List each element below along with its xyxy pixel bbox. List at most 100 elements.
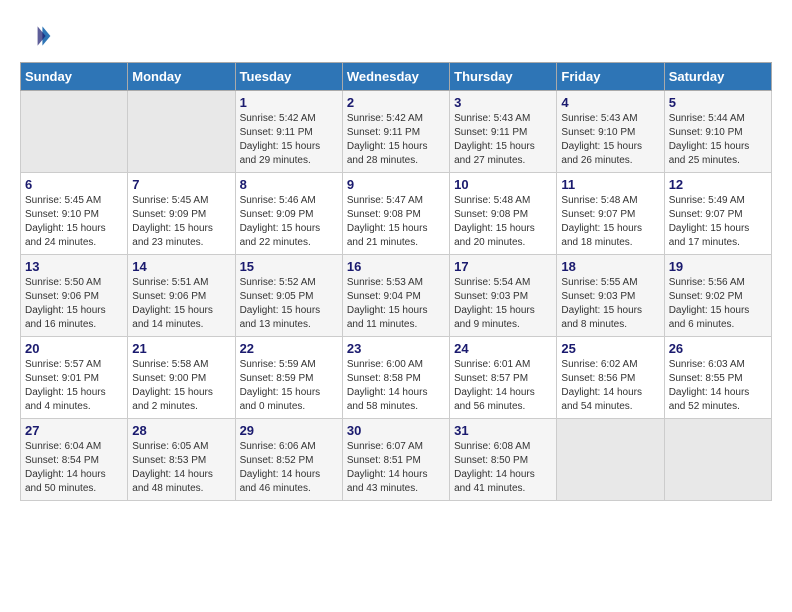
weekday-header-tuesday: Tuesday (235, 63, 342, 91)
weekday-header-thursday: Thursday (450, 63, 557, 91)
logo (20, 20, 56, 52)
day-number: 5 (669, 95, 767, 110)
day-number: 9 (347, 177, 445, 192)
day-number: 23 (347, 341, 445, 356)
weekday-header-wednesday: Wednesday (342, 63, 449, 91)
day-info: Sunrise: 6:01 AMSunset: 8:57 PMDaylight:… (454, 358, 552, 414)
day-number: 13 (25, 259, 123, 274)
calendar-cell: 27 Sunrise: 6:04 AMSunset: 8:54 PMDaylig… (21, 419, 128, 501)
day-info: Sunrise: 5:46 AMSunset: 9:09 PMDaylight:… (240, 194, 338, 250)
weekday-header-sunday: Sunday (21, 63, 128, 91)
day-info: Sunrise: 5:51 AMSunset: 9:06 PMDaylight:… (132, 276, 230, 332)
day-info: Sunrise: 5:52 AMSunset: 9:05 PMDaylight:… (240, 276, 338, 332)
day-info: Sunrise: 5:43 AMSunset: 9:10 PMDaylight:… (561, 112, 659, 168)
day-number: 29 (240, 423, 338, 438)
weekday-header-friday: Friday (557, 63, 664, 91)
day-number: 3 (454, 95, 552, 110)
day-number: 15 (240, 259, 338, 274)
calendar-cell: 8 Sunrise: 5:46 AMSunset: 9:09 PMDayligh… (235, 173, 342, 255)
day-info: Sunrise: 5:49 AMSunset: 9:07 PMDaylight:… (669, 194, 767, 250)
day-info: Sunrise: 5:45 AMSunset: 9:10 PMDaylight:… (25, 194, 123, 250)
day-info: Sunrise: 5:58 AMSunset: 9:00 PMDaylight:… (132, 358, 230, 414)
day-number: 12 (669, 177, 767, 192)
day-info: Sunrise: 6:00 AMSunset: 8:58 PMDaylight:… (347, 358, 445, 414)
week-row-3: 13 Sunrise: 5:50 AMSunset: 9:06 PMDaylig… (21, 255, 772, 337)
day-number: 31 (454, 423, 552, 438)
day-info: Sunrise: 5:57 AMSunset: 9:01 PMDaylight:… (25, 358, 123, 414)
day-info: Sunrise: 5:43 AMSunset: 9:11 PMDaylight:… (454, 112, 552, 168)
page-header (20, 20, 772, 52)
calendar-cell: 18 Sunrise: 5:55 AMSunset: 9:03 PMDaylig… (557, 255, 664, 337)
day-number: 22 (240, 341, 338, 356)
calendar-cell: 22 Sunrise: 5:59 AMSunset: 8:59 PMDaylig… (235, 337, 342, 419)
day-number: 16 (347, 259, 445, 274)
day-number: 10 (454, 177, 552, 192)
calendar-cell: 14 Sunrise: 5:51 AMSunset: 9:06 PMDaylig… (128, 255, 235, 337)
day-info: Sunrise: 5:42 AMSunset: 9:11 PMDaylight:… (347, 112, 445, 168)
day-number: 19 (669, 259, 767, 274)
weekday-header-row: SundayMondayTuesdayWednesdayThursdayFrid… (21, 63, 772, 91)
day-info: Sunrise: 5:59 AMSunset: 8:59 PMDaylight:… (240, 358, 338, 414)
day-number: 18 (561, 259, 659, 274)
day-info: Sunrise: 6:07 AMSunset: 8:51 PMDaylight:… (347, 440, 445, 496)
calendar-cell: 3 Sunrise: 5:43 AMSunset: 9:11 PMDayligh… (450, 91, 557, 173)
calendar-cell: 2 Sunrise: 5:42 AMSunset: 9:11 PMDayligh… (342, 91, 449, 173)
calendar-cell (557, 419, 664, 501)
day-number: 6 (25, 177, 123, 192)
day-info: Sunrise: 6:05 AMSunset: 8:53 PMDaylight:… (132, 440, 230, 496)
calendar-cell: 29 Sunrise: 6:06 AMSunset: 8:52 PMDaylig… (235, 419, 342, 501)
calendar-cell: 10 Sunrise: 5:48 AMSunset: 9:08 PMDaylig… (450, 173, 557, 255)
calendar-cell: 28 Sunrise: 6:05 AMSunset: 8:53 PMDaylig… (128, 419, 235, 501)
calendar-cell: 13 Sunrise: 5:50 AMSunset: 9:06 PMDaylig… (21, 255, 128, 337)
calendar-cell: 7 Sunrise: 5:45 AMSunset: 9:09 PMDayligh… (128, 173, 235, 255)
day-info: Sunrise: 6:02 AMSunset: 8:56 PMDaylight:… (561, 358, 659, 414)
day-number: 8 (240, 177, 338, 192)
day-info: Sunrise: 6:06 AMSunset: 8:52 PMDaylight:… (240, 440, 338, 496)
day-number: 30 (347, 423, 445, 438)
weekday-header-saturday: Saturday (664, 63, 771, 91)
day-number: 21 (132, 341, 230, 356)
day-info: Sunrise: 6:04 AMSunset: 8:54 PMDaylight:… (25, 440, 123, 496)
calendar-cell: 5 Sunrise: 5:44 AMSunset: 9:10 PMDayligh… (664, 91, 771, 173)
week-row-2: 6 Sunrise: 5:45 AMSunset: 9:10 PMDayligh… (21, 173, 772, 255)
calendar-cell (128, 91, 235, 173)
calendar-cell: 30 Sunrise: 6:07 AMSunset: 8:51 PMDaylig… (342, 419, 449, 501)
day-number: 7 (132, 177, 230, 192)
day-info: Sunrise: 6:03 AMSunset: 8:55 PMDaylight:… (669, 358, 767, 414)
calendar-cell: 25 Sunrise: 6:02 AMSunset: 8:56 PMDaylig… (557, 337, 664, 419)
calendar-cell: 15 Sunrise: 5:52 AMSunset: 9:05 PMDaylig… (235, 255, 342, 337)
calendar-cell: 12 Sunrise: 5:49 AMSunset: 9:07 PMDaylig… (664, 173, 771, 255)
day-number: 2 (347, 95, 445, 110)
day-info: Sunrise: 6:08 AMSunset: 8:50 PMDaylight:… (454, 440, 552, 496)
calendar-cell (21, 91, 128, 173)
day-info: Sunrise: 5:42 AMSunset: 9:11 PMDaylight:… (240, 112, 338, 168)
calendar-cell: 26 Sunrise: 6:03 AMSunset: 8:55 PMDaylig… (664, 337, 771, 419)
day-info: Sunrise: 5:54 AMSunset: 9:03 PMDaylight:… (454, 276, 552, 332)
day-number: 1 (240, 95, 338, 110)
day-info: Sunrise: 5:48 AMSunset: 9:08 PMDaylight:… (454, 194, 552, 250)
calendar-cell: 11 Sunrise: 5:48 AMSunset: 9:07 PMDaylig… (557, 173, 664, 255)
day-number: 14 (132, 259, 230, 274)
week-row-5: 27 Sunrise: 6:04 AMSunset: 8:54 PMDaylig… (21, 419, 772, 501)
calendar-cell: 19 Sunrise: 5:56 AMSunset: 9:02 PMDaylig… (664, 255, 771, 337)
day-number: 17 (454, 259, 552, 274)
day-number: 24 (454, 341, 552, 356)
day-number: 25 (561, 341, 659, 356)
day-number: 11 (561, 177, 659, 192)
calendar-cell: 20 Sunrise: 5:57 AMSunset: 9:01 PMDaylig… (21, 337, 128, 419)
calendar-cell: 17 Sunrise: 5:54 AMSunset: 9:03 PMDaylig… (450, 255, 557, 337)
day-info: Sunrise: 5:56 AMSunset: 9:02 PMDaylight:… (669, 276, 767, 332)
day-number: 28 (132, 423, 230, 438)
calendar-cell: 1 Sunrise: 5:42 AMSunset: 9:11 PMDayligh… (235, 91, 342, 173)
day-number: 20 (25, 341, 123, 356)
day-info: Sunrise: 5:44 AMSunset: 9:10 PMDaylight:… (669, 112, 767, 168)
day-info: Sunrise: 5:50 AMSunset: 9:06 PMDaylight:… (25, 276, 123, 332)
calendar-cell: 21 Sunrise: 5:58 AMSunset: 9:00 PMDaylig… (128, 337, 235, 419)
day-info: Sunrise: 5:48 AMSunset: 9:07 PMDaylight:… (561, 194, 659, 250)
calendar-cell: 9 Sunrise: 5:47 AMSunset: 9:08 PMDayligh… (342, 173, 449, 255)
week-row-4: 20 Sunrise: 5:57 AMSunset: 9:01 PMDaylig… (21, 337, 772, 419)
day-info: Sunrise: 5:47 AMSunset: 9:08 PMDaylight:… (347, 194, 445, 250)
week-row-1: 1 Sunrise: 5:42 AMSunset: 9:11 PMDayligh… (21, 91, 772, 173)
day-number: 26 (669, 341, 767, 356)
calendar-cell: 24 Sunrise: 6:01 AMSunset: 8:57 PMDaylig… (450, 337, 557, 419)
